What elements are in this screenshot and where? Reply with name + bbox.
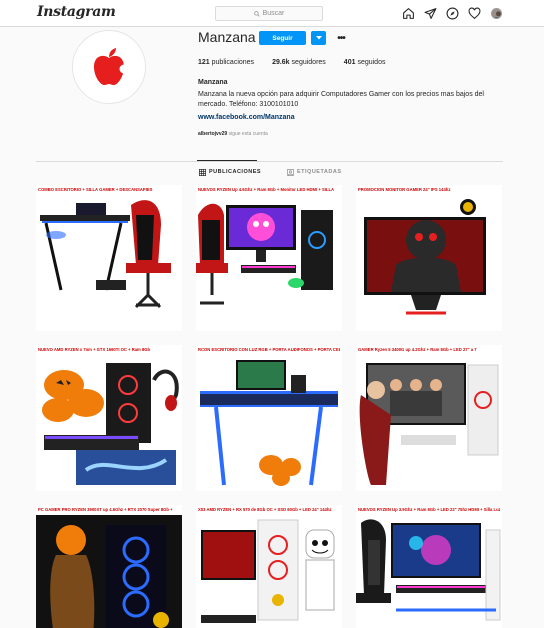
tab-publicaciones[interactable]: PUBLICACIONES — [199, 166, 261, 178]
search-icon — [253, 10, 260, 17]
home-icon[interactable] — [401, 6, 416, 21]
followed-by-user-link[interactable]: albertojvv29 — [198, 131, 227, 137]
post-caption: PC GAMER PRO RYZEN 3900XT up 4.6Ghz + RT… — [38, 507, 173, 512]
post-caption: COMBO ESCRITORIO + SILLA GAMER + DESCANS… — [38, 187, 153, 192]
pumpkins-pc-image — [36, 355, 182, 491]
tab-etiquetadas[interactable]: ETIQUETADAS — [287, 166, 342, 178]
activity-heart-icon[interactable] — [467, 6, 482, 21]
monitor-chair-neon-image — [356, 515, 502, 628]
chevron-down-icon — [315, 36, 322, 40]
post-tile[interactable]: COMBO ESCRITORIO + SILLA GAMER + DESCANS… — [36, 185, 182, 331]
post-caption: PROMOCION MONITOR GAMER 24" IPS 144hz — [358, 187, 451, 192]
active-tab-indicator — [197, 160, 257, 161]
follow-button[interactable]: Seguir — [259, 31, 306, 45]
monitor-robot-image — [356, 195, 502, 331]
direct-messages-icon[interactable] — [423, 6, 438, 21]
profile-avatar-nav[interactable] — [489, 6, 504, 21]
posts-count: 121 publicaciones — [198, 59, 255, 66]
avatar — [491, 8, 502, 19]
explore-compass-icon[interactable] — [445, 6, 460, 21]
post-tile[interactable]: GAMER Ryzen 5 3400G up 4.2Ghz + Ram 8Gb … — [356, 345, 502, 491]
tabs-divider — [36, 161, 503, 162]
profile-stats: 121 publicaciones 29.6k seguidores 401 s… — [198, 59, 403, 66]
search-input[interactable]: Buscar — [215, 6, 323, 21]
post-caption: NUEVOS RYZEN Up 3.9Ghz + Ram 8Gb + LED 2… — [358, 507, 500, 512]
search-placeholder: Buscar — [262, 10, 285, 17]
post-tile[interactable]: NUEVOS RYZEN Up 4.6Ghz + Ram 8Gb + Monit… — [196, 185, 342, 331]
post-tile[interactable]: NUEVO AMD RYZEN x 7nm + GTX 1660TI OC + … — [36, 345, 182, 491]
profile-picture[interactable] — [72, 30, 146, 104]
bio-description: Manzana la nueva opción para adquirir Co… — [198, 91, 484, 108]
tagged-icon — [287, 168, 294, 176]
grid-icon — [199, 168, 206, 176]
tab-label: PUBLICACIONES — [209, 169, 262, 175]
post-tile[interactable]: PC GAMER PRO RYZEN 3900XT up 4.6Ghz + RT… — [36, 505, 182, 628]
post-tile[interactable]: X03 AMD RYZEN + RX 570 de 8Gb OC + SSD 6… — [196, 505, 342, 628]
profile-username: Manzana — [198, 29, 256, 45]
post-tile[interactable]: NUEVOS RYZEN Up 3.9Ghz + Ram 8Gb + LED 2… — [356, 505, 502, 628]
suggested-accounts-dropdown-button[interactable] — [311, 31, 326, 45]
post-caption: NUEVOS RYZEN Up 4.6Ghz + Ram 8Gb + Monit… — [198, 187, 335, 192]
post-caption: RCON ESCRITORIO CON LUZ RGB + PORTA AUDI… — [198, 347, 340, 352]
bio-website-link[interactable]: www.facebook.com/Manzana — [198, 114, 295, 121]
desk-pumpkins-image — [196, 355, 342, 491]
apple-logo-icon — [94, 48, 129, 86]
post-tile[interactable]: PROMOCION MONITOR GAMER 24" IPS 144hz — [356, 185, 502, 331]
post-caption: NUEVO AMD RYZEN x 7nm + GTX 1660TI OC + … — [38, 347, 151, 352]
tab-label: ETIQUETADAS — [297, 169, 342, 175]
post-tile[interactable]: RCON ESCRITORIO CON LUZ RGB + PORTA AUDI… — [196, 345, 342, 491]
post-caption: X03 AMD RYZEN + RX 570 de 8Gb OC + SSD 6… — [198, 507, 332, 512]
nav-icons — [401, 6, 504, 21]
monitor-chair-pc-image — [196, 195, 342, 331]
bio-full-name: Manzana — [198, 79, 228, 86]
followed-by-text: albertojvv29 sigue esta cuenta — [198, 131, 268, 137]
post-caption: GAMER Ryzen 5 3400G up 4.2Ghz + Ram 8Gb … — [358, 347, 477, 352]
instagram-logo[interactable]: Instagram — [37, 4, 116, 20]
desk-chair-image — [36, 195, 182, 331]
top-navigation-bar: Instagram Buscar — [0, 0, 544, 27]
pc-warrior-image — [36, 515, 182, 628]
following-count[interactable]: 401 seguidos — [344, 59, 386, 66]
pc-marshmello-image — [196, 515, 342, 628]
monitor-character-image — [356, 355, 502, 491]
followers-count[interactable]: 29.6k seguidores — [272, 59, 326, 66]
more-options-button[interactable]: ••• — [334, 31, 348, 45]
ellipsis-icon: ••• — [337, 32, 345, 44]
